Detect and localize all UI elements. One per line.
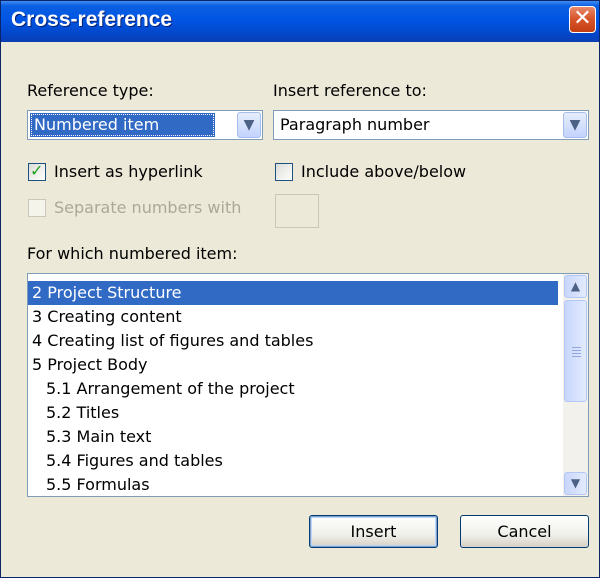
window-title: Cross-reference: [11, 8, 173, 31]
reference-type-dropdown[interactable]: Numbered item ▼: [27, 110, 263, 140]
separate-numbers-checkbox: [28, 199, 46, 217]
insert-as-hyperlink-checkbox[interactable]: ✓: [28, 161, 46, 181]
chevron-down-icon[interactable]: ▼: [563, 112, 587, 138]
list-item[interactable]: 2 Project Structure: [28, 281, 558, 305]
list-item[interactable]: 5.5 Formulas: [28, 473, 150, 496]
arrow-down-icon[interactable]: ▼: [564, 472, 587, 495]
numbered-item-list[interactable]: 2 Project Structure 3 Creating content 4…: [27, 273, 589, 497]
insert-reference-to-dropdown[interactable]: Paragraph number ▼: [273, 110, 589, 140]
chevron-down-icon[interactable]: ▼: [237, 112, 261, 138]
list-item[interactable]: 5.4 Figures and tables: [28, 449, 223, 473]
vertical-scrollbar[interactable]: ▲ ▼: [563, 274, 588, 496]
insert-reference-to-value: Paragraph number: [280, 115, 430, 134]
reference-type-label: Reference type:: [27, 81, 154, 100]
arrow-up-icon[interactable]: ▲: [564, 275, 587, 298]
list-item[interactable]: 5.3 Main text: [28, 425, 151, 449]
list-item[interactable]: 5.1 Arrangement of the project: [28, 377, 295, 401]
separator-input: [275, 194, 319, 228]
numbered-item-list-label: For which numbered item:: [27, 244, 238, 263]
list-item[interactable]: 4 Creating list of figures and tables: [28, 329, 313, 353]
reference-type-value: Numbered item: [30, 113, 215, 137]
checkmark-icon: ✓: [30, 161, 44, 180]
list-item[interactable]: 3 Creating content: [28, 305, 182, 329]
insert-reference-to-label: Insert reference to:: [273, 81, 427, 100]
separate-numbers-label: Separate numbers with: [54, 198, 242, 217]
close-icon: ✕: [573, 6, 592, 31]
list-item[interactable]: 5 Project Body: [28, 353, 147, 377]
insert-button[interactable]: Insert: [309, 515, 438, 548]
insert-as-hyperlink-label[interactable]: Insert as hyperlink: [54, 162, 203, 182]
cancel-button[interactable]: Cancel: [460, 515, 589, 548]
cross-reference-dialog: Cross-reference ✕ Reference type: Number…: [0, 0, 600, 578]
title-bar[interactable]: Cross-reference ✕: [1, 1, 599, 42]
scrollbar-thumb[interactable]: [564, 300, 587, 402]
cancel-button-label: Cancel: [497, 522, 552, 541]
close-button[interactable]: ✕: [569, 6, 596, 33]
list-item[interactable]: 5.2 Titles: [28, 401, 119, 425]
insert-button-label: Insert: [350, 522, 397, 541]
include-above-below-label[interactable]: Include above/below: [301, 162, 466, 182]
include-above-below-checkbox[interactable]: [275, 163, 293, 181]
